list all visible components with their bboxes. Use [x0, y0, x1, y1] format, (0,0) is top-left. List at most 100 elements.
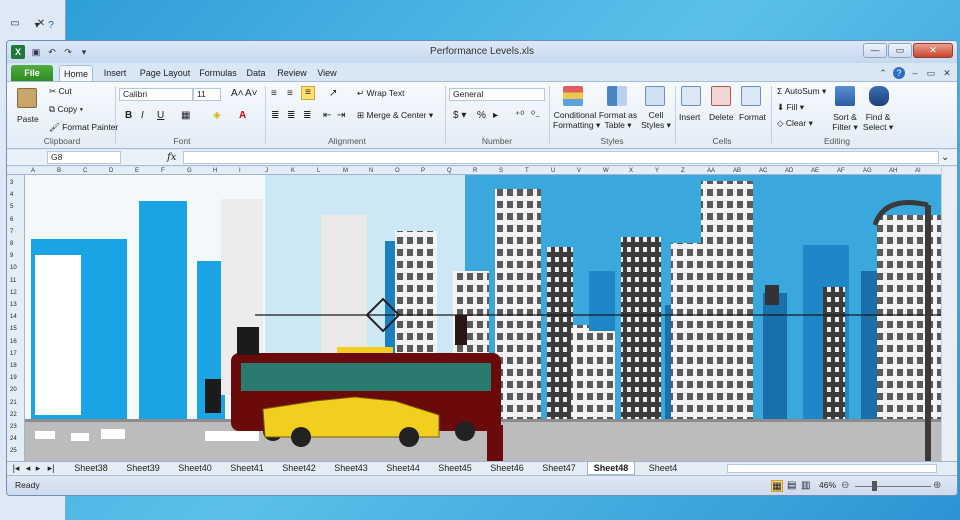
row-header[interactable]: 4	[10, 191, 13, 199]
row-header[interactable]: 5	[10, 203, 13, 211]
column-header[interactable]: L	[317, 167, 320, 175]
row-header[interactable]: 19	[10, 374, 17, 382]
align-top-icon[interactable]: ≡	[271, 88, 277, 100]
column-header[interactable]: B	[57, 167, 61, 175]
shrink-font-icon[interactable]: A˅	[245, 88, 258, 100]
delete-cells-icon[interactable]	[711, 86, 731, 106]
find-select-button[interactable]: Find & Select ▾	[861, 112, 895, 133]
column-header[interactable]: V	[577, 167, 581, 175]
align-center-icon[interactable]: ≣	[287, 110, 295, 122]
row-header[interactable]: 23	[10, 423, 17, 431]
tab-page-layout[interactable]: Page Layout	[135, 65, 195, 81]
decrease-decimal-icon[interactable]: ⁰₋	[531, 110, 540, 122]
delete-button[interactable]: Delete	[709, 112, 734, 122]
close-button[interactable]: ✕	[913, 43, 953, 58]
tab-insert[interactable]: Insert	[97, 65, 133, 81]
vertical-scrollbar[interactable]	[941, 167, 957, 461]
insert-cells-icon[interactable]	[681, 86, 701, 106]
sheet-tab[interactable]: Sheet42	[275, 462, 323, 475]
minimize-button[interactable]: —	[863, 43, 887, 58]
column-header[interactable]: S	[499, 167, 503, 175]
align-middle-icon[interactable]: ≡	[287, 88, 293, 100]
sheet-tab[interactable]: Sheet38	[67, 462, 115, 475]
dropdown-icon[interactable]: ▾	[30, 20, 44, 32]
zoom-slider-thumb[interactable]	[872, 481, 878, 491]
cell-styles-icon[interactable]	[645, 86, 665, 106]
column-header[interactable]: AG	[863, 167, 872, 175]
collapse-ribbon-icon[interactable]: ⌃	[877, 67, 889, 79]
sheet-tab[interactable]: Sheet46	[483, 462, 531, 475]
sheet-tab[interactable]: Sheet43	[327, 462, 375, 475]
column-header[interactable]: AH	[889, 167, 897, 175]
underline-button[interactable]: U	[157, 110, 164, 122]
insert-function-icon[interactable]: fx	[167, 152, 176, 164]
column-header[interactable]: A	[31, 167, 35, 175]
format-button[interactable]: Format	[739, 112, 766, 122]
sheet-tab[interactable]: Sheet48	[587, 462, 635, 475]
sheet-tab[interactable]: Sheet40	[171, 462, 219, 475]
column-header[interactable]: AE	[811, 167, 819, 175]
column-header[interactable]: O	[395, 167, 400, 175]
paste-button[interactable]: Paste	[17, 114, 39, 124]
prev-sheet-icon[interactable]: ◂	[23, 462, 33, 475]
column-header[interactable]: Y	[655, 167, 659, 175]
column-header[interactable]: Z	[681, 167, 685, 175]
next-sheet-icon[interactable]: ▸	[33, 462, 43, 475]
tab-view[interactable]: View	[313, 65, 341, 81]
normal-view-icon[interactable]: ▦	[771, 480, 783, 492]
row-header[interactable]: 13	[10, 301, 17, 309]
decrease-indent-icon[interactable]: ⇤	[323, 110, 331, 122]
row-header[interactable]: 14	[10, 313, 17, 321]
column-header[interactable]: U	[551, 167, 555, 175]
fill-button[interactable]: ⬇ Fill ▾	[777, 102, 804, 113]
row-header[interactable]: 21	[10, 399, 17, 407]
column-header[interactable]: AI	[915, 167, 921, 175]
align-left-icon[interactable]: ≣	[271, 110, 279, 122]
percent-button[interactable]: %	[477, 110, 486, 122]
sheet-tab[interactable]: Sheet45	[431, 462, 479, 475]
sheet-tab[interactable]: Sheet47	[535, 462, 583, 475]
column-header[interactable]: G	[187, 167, 192, 175]
zoom-out-icon[interactable]: ⊖	[841, 480, 849, 492]
first-sheet-icon[interactable]: |◂	[11, 462, 21, 475]
column-header[interactable]: D	[109, 167, 113, 175]
sheet-tab[interactable]: Sheet4	[639, 462, 687, 475]
cut-button[interactable]: ✂ Cut	[49, 86, 72, 97]
column-header[interactable]: AB	[733, 167, 741, 175]
column-header[interactable]: X	[629, 167, 633, 175]
row-header[interactable]: 22	[10, 411, 17, 419]
row-header[interactable]: 25	[10, 447, 17, 455]
column-header[interactable]: R	[473, 167, 477, 175]
align-bottom-icon[interactable]: ≡	[301, 86, 315, 100]
min-doc-icon[interactable]: –	[909, 67, 921, 79]
expand-formula-icon[interactable]: ⌄	[941, 152, 949, 164]
row-header[interactable]: 9	[10, 252, 13, 260]
sheet-tab[interactable]: Sheet39	[119, 462, 167, 475]
format-as-table-icon[interactable]	[607, 86, 627, 106]
column-header[interactable]: P	[421, 167, 425, 175]
format-painter-button[interactable]: 🖌 Format Painter	[49, 122, 118, 133]
column-header[interactable]: J	[265, 167, 268, 175]
orientation-icon[interactable]: ↗	[329, 88, 337, 100]
horizontal-scrollbar[interactable]	[727, 464, 937, 473]
zoom-in-icon[interactable]: ⊕	[933, 480, 941, 492]
row-header[interactable]: 7	[10, 228, 13, 236]
paste-icon[interactable]	[17, 88, 37, 108]
row-header[interactable]: 12	[10, 289, 17, 297]
row-header[interactable]: 8	[10, 240, 13, 248]
number-format-select[interactable]: General	[449, 88, 545, 101]
insert-button[interactable]: Insert	[679, 112, 700, 122]
format-cells-icon[interactable]	[741, 86, 761, 106]
wrap-text-button[interactable]: ↵ Wrap Text	[357, 88, 404, 99]
row-header[interactable]: 18	[10, 362, 17, 370]
clear-button[interactable]: ◇ Clear ▾	[777, 118, 813, 129]
column-header[interactable]: I	[239, 167, 241, 175]
help-icon[interactable]: ?	[44, 20, 58, 32]
help-icon[interactable]: ?	[893, 67, 905, 79]
column-header[interactable]: AD	[785, 167, 793, 175]
sheet-tab[interactable]: Sheet41	[223, 462, 271, 475]
currency-button[interactable]: $ ▾	[453, 110, 466, 122]
row-header[interactable]: 24	[10, 435, 17, 443]
name-box[interactable]: G8	[47, 151, 121, 164]
row-header[interactable]: 20	[10, 386, 17, 394]
